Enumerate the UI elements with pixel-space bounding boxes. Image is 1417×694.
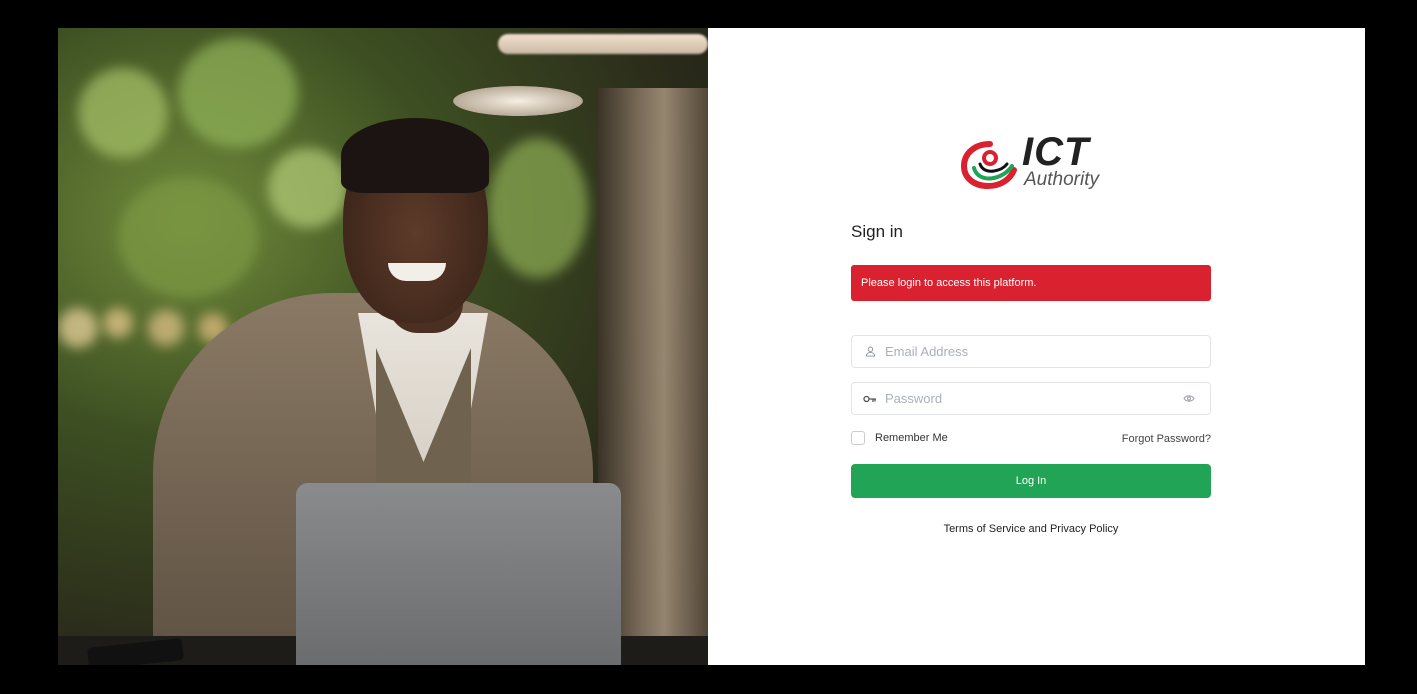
- legal-and-text: and: [1025, 523, 1050, 535]
- remember-me[interactable]: Remember Me: [851, 431, 948, 445]
- key-icon: [863, 394, 877, 404]
- laptop-image: [296, 483, 621, 665]
- user-icon: [863, 346, 877, 357]
- privacy-link[interactable]: Privacy Policy: [1050, 523, 1118, 535]
- email-input[interactable]: [883, 343, 1210, 360]
- remember-label: Remember Me: [875, 432, 948, 444]
- legal-links: Terms of Service and Privacy Policy: [851, 523, 1211, 535]
- logo-swirl-icon: [960, 141, 1017, 190]
- terms-link[interactable]: Terms of Service: [944, 523, 1026, 535]
- login-frame: ICT Authority Sign in Please login to ac…: [58, 28, 1365, 665]
- forgot-password-link[interactable]: Forgot Password?: [1122, 433, 1211, 445]
- logo-subtitle: Authority: [1024, 169, 1099, 190]
- hero-photo: [58, 28, 708, 665]
- email-field[interactable]: [851, 335, 1211, 368]
- logo-wordmark: ICT: [1022, 130, 1090, 174]
- login-panel: ICT Authority Sign in Please login to ac…: [708, 28, 1365, 665]
- error-alert: Please login to access this platform.: [851, 265, 1211, 301]
- password-input[interactable]: [883, 390, 1183, 407]
- password-field[interactable]: [851, 382, 1211, 415]
- login-button[interactable]: Log In: [851, 464, 1211, 498]
- page-title: Sign in: [851, 222, 903, 241]
- ict-authority-logo: ICT Authority: [960, 130, 1120, 200]
- eye-icon[interactable]: [1183, 394, 1197, 403]
- remember-checkbox[interactable]: [851, 431, 865, 445]
